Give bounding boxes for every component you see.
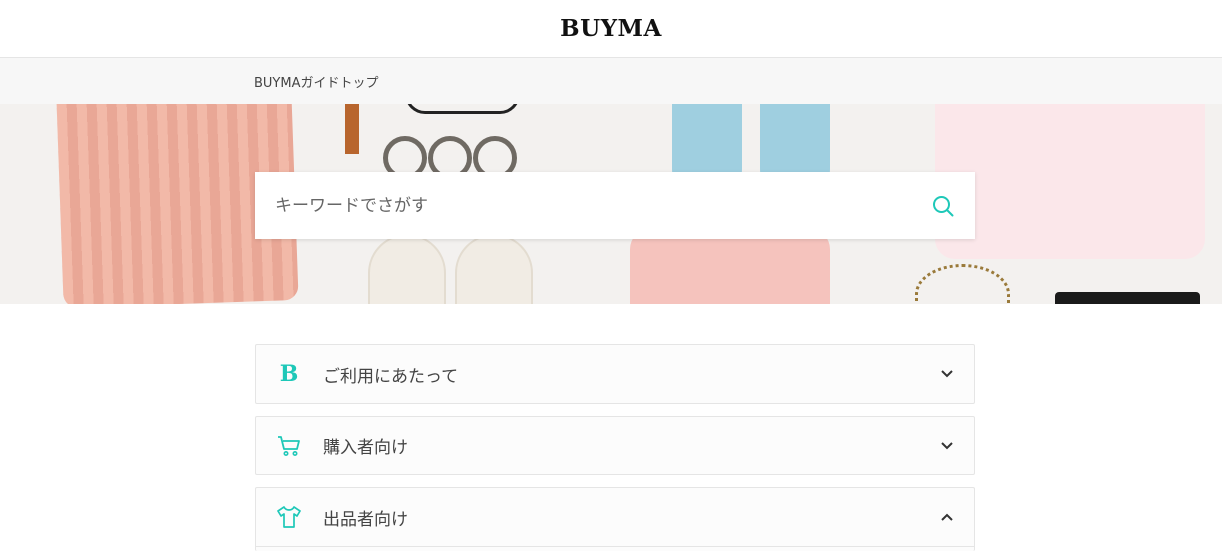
section-getting-started[interactable]: B ご利用にあたって <box>255 344 975 404</box>
section-label: ご利用にあたって <box>323 366 459 387</box>
cart-icon <box>276 435 302 457</box>
section-label: 購入者向け <box>323 438 408 458</box>
hero-necklace-image <box>915 264 1010 304</box>
buyma-logo[interactable]: BUYMA <box>560 15 662 42</box>
search-icon[interactable] <box>931 194 955 218</box>
hero-shirt-image <box>935 104 1205 259</box>
hero-sunglasses-image <box>1055 292 1200 304</box>
search-box <box>255 172 975 239</box>
hero-sneaker-image <box>455 234 533 304</box>
hero-glasses-image <box>405 104 520 114</box>
tshirt-icon <box>276 505 302 529</box>
b-logo-icon: B <box>279 361 299 387</box>
chevron-down-icon[interactable] <box>940 439 954 453</box>
section-buyers[interactable]: 購入者向け <box>255 416 975 475</box>
chevron-down-icon[interactable] <box>940 367 954 381</box>
hero-banner <box>0 104 1222 304</box>
hero-watch-image <box>345 104 359 154</box>
section-sellers[interactable]: 出品者向け <box>255 487 975 551</box>
search-input[interactable] <box>275 195 875 216</box>
breadcrumb-bar: BUYMAガイドトップ <box>0 58 1222 104</box>
hero-sneaker-image <box>368 234 446 304</box>
section-label: 出品者向け <box>323 510 408 530</box>
site-header: BUYMA <box>0 0 1222 58</box>
chevron-up-icon[interactable] <box>940 510 954 524</box>
hero-pink-top-image <box>630 229 830 304</box>
breadcrumb-guide-top[interactable]: BUYMAガイドトップ <box>254 72 378 91</box>
divider <box>256 546 974 547</box>
